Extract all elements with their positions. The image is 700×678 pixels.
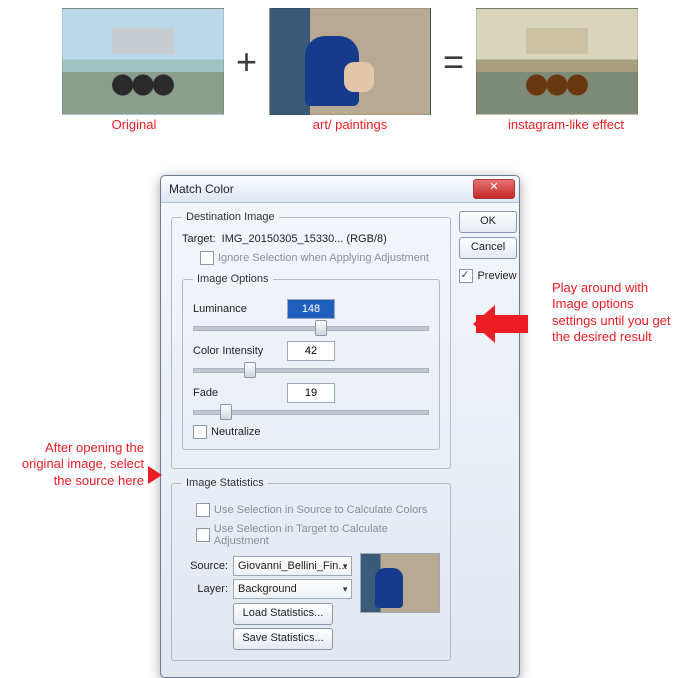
equation-row: + = [0, 0, 700, 115]
result-thumbnail [476, 8, 638, 115]
ignore-selection-label: Ignore Selection when Applying Adjustmen… [218, 252, 429, 264]
equals-symbol: = [441, 41, 466, 83]
source-value: Giovanni_Bellini_Fin... [238, 560, 347, 572]
destination-legend: Destination Image [182, 211, 279, 223]
layer-value: Background [238, 583, 297, 595]
ignore-selection-checkbox [200, 251, 214, 265]
plus-symbol: + [234, 41, 259, 83]
load-statistics-button[interactable]: Load Statistics... [233, 603, 333, 625]
neutralize-label: Neutralize [211, 426, 261, 438]
use-target-selection-checkbox [196, 528, 210, 542]
use-target-selection-label: Use Selection in Target to Calculate Adj… [214, 523, 441, 547]
caption-art: art/ paintings [270, 117, 430, 132]
target-value: IMG_20150305_15330... (RGB/8) [222, 233, 387, 245]
fade-slider[interactable] [193, 403, 429, 419]
image-options-legend: Image Options [193, 273, 273, 285]
layer-label: Layer: [182, 583, 228, 595]
luminance-input[interactable] [287, 299, 335, 319]
close-button[interactable]: ✕ [473, 179, 515, 199]
source-label: Source: [182, 560, 228, 572]
match-color-dialog: Match Color ✕ Destination Image Target: … [160, 175, 520, 678]
image-statistics-legend: Image Statistics [182, 477, 268, 489]
ok-button[interactable]: OK [459, 211, 516, 233]
color-intensity-slider[interactable] [193, 361, 429, 377]
dialog-title: Match Color [169, 182, 473, 196]
use-source-selection-checkbox [196, 503, 210, 517]
destination-image-group: Destination Image Target: IMG_20150305_1… [171, 211, 451, 469]
dialog-titlebar[interactable]: Match Color ✕ [161, 176, 519, 203]
target-label: Target: [182, 233, 216, 245]
caption-original: Original [54, 117, 214, 132]
annotation-right: Play around with Image options settings … [552, 280, 682, 345]
annotation-left: After opening the original image, select… [14, 440, 144, 489]
source-preview-thumbnail [360, 553, 440, 613]
preview-checkbox[interactable] [459, 269, 473, 283]
source-dropdown[interactable]: Giovanni_Bellini_Fin... [233, 556, 352, 576]
fade-label: Fade [193, 387, 287, 399]
art-thumbnail [269, 8, 431, 115]
original-thumbnail [62, 8, 224, 115]
caption-result: instagram-like effect [486, 117, 646, 132]
color-intensity-input[interactable] [287, 341, 335, 361]
use-source-selection-label: Use Selection in Source to Calculate Col… [214, 504, 427, 516]
color-intensity-label: Color Intensity [193, 345, 287, 357]
cancel-button[interactable]: Cancel [459, 237, 516, 259]
image-options-group: Image Options Luminance Color Intensity [182, 273, 440, 450]
fade-input[interactable] [287, 383, 335, 403]
save-statistics-button[interactable]: Save Statistics... [233, 628, 333, 650]
caption-row: Original art/ paintings instagram-like e… [0, 117, 700, 132]
preview-label: Preview [477, 270, 516, 282]
layer-dropdown[interactable]: Background [233, 579, 352, 599]
image-statistics-group: Image Statistics Use Selection in Source… [171, 477, 451, 661]
luminance-label: Luminance [193, 303, 287, 315]
luminance-slider[interactable] [193, 319, 429, 335]
neutralize-checkbox[interactable] [193, 425, 207, 439]
